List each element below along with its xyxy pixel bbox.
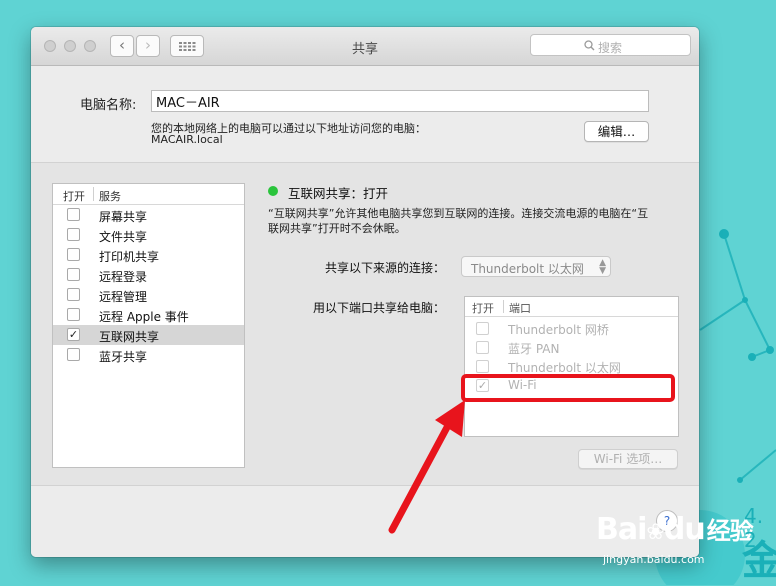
baidu-paw-icon: ❀ [646, 520, 664, 545]
baidu-watermark: Bai❀du经验 [596, 511, 754, 547]
service-label: 打印机共享 [99, 250, 160, 264]
computer-name-label: 电脑名称: [80, 98, 137, 113]
service-row-internet-sharing[interactable]: ✓ 互联网共享 [53, 325, 244, 345]
search-placeholder: 搜索 [598, 41, 623, 55]
port-checkbox[interactable] [476, 341, 489, 354]
service-checkbox[interactable] [67, 268, 80, 281]
port-checkbox[interactable] [476, 360, 489, 373]
computer-name-section: 电脑名称: 您的本地网络上的电脑可以通过以下地址访问您的电脑： MACAIR.l… [31, 66, 699, 163]
title-bar: ‹ › 共享 搜索 [31, 27, 699, 66]
status-indicator-dot [268, 186, 278, 196]
watermark-brand-2: du [663, 512, 706, 547]
port-row-bluetooth-pan[interactable]: 蓝牙 PAN [465, 338, 678, 357]
service-row-printer-sharing[interactable]: 打印机共享 [53, 245, 244, 265]
column-separator [93, 187, 94, 201]
service-row-bluetooth-sharing[interactable]: 蓝牙共享 [53, 345, 244, 365]
updown-arrows-icon: ▲ ▼ [599, 258, 606, 276]
ports-list-header: 打开 端口 [465, 297, 678, 317]
service-label: 文件共享 [99, 230, 148, 244]
service-checkbox[interactable] [67, 228, 80, 241]
service-row-screen-sharing[interactable]: 屏幕共享 [53, 205, 244, 225]
computer-name-input[interactable] [151, 90, 649, 112]
column-separator [503, 300, 504, 313]
service-checkbox[interactable] [67, 348, 80, 361]
search-field[interactable]: 搜索 [530, 34, 691, 56]
service-label: 屏幕共享 [99, 210, 148, 224]
port-label: Thunderbolt 网桥 [508, 323, 609, 337]
share-from-value: Thunderbolt 以太网 [471, 262, 584, 276]
service-checkbox-checked[interactable]: ✓ [67, 328, 80, 341]
service-row-remote-management[interactable]: 远程管理 [53, 285, 244, 305]
service-row-file-sharing[interactable]: 文件共享 [53, 225, 244, 245]
service-label: 远程 Apple 事件 [99, 310, 189, 324]
service-checkbox[interactable] [67, 208, 80, 221]
sharing-main-area: 打开 服务 屏幕共享 文件共享 打印机共享 远程登录 远程管理 远程 Apple… [31, 163, 699, 485]
hostname: MACAIR.local [151, 133, 223, 146]
port-label: 蓝牙 PAN [508, 342, 560, 356]
port-row-thunderbolt-bridge[interactable]: Thunderbolt 网桥 [465, 319, 678, 338]
share-from-popup[interactable]: Thunderbolt 以太网 ▲ ▼ [461, 256, 611, 277]
share-to-label: 用以下端口共享给电脑： [313, 301, 446, 315]
column-header-port: 端口 [509, 302, 531, 315]
share-from-label: 共享以下来源的连接： [325, 261, 446, 275]
service-row-remote-login[interactable]: 远程登录 [53, 265, 244, 285]
search-icon [584, 40, 595, 51]
column-header-service: 服务 [99, 190, 121, 203]
ports-list: 打开 端口 Thunderbolt 网桥 蓝牙 PAN Thunderbolt … [464, 296, 679, 437]
service-checkbox[interactable] [67, 288, 80, 301]
internet-sharing-description: “互联网共享”允许其他电脑共享您到互联网的连接。连接交流电源的电脑在“互联网共享… [268, 207, 649, 235]
service-label: 远程登录 [99, 270, 148, 284]
port-checkbox[interactable] [476, 322, 489, 335]
edit-button[interactable]: 编辑… [584, 121, 649, 142]
services-list-header: 打开 服务 [53, 184, 244, 205]
service-checkbox[interactable] [67, 308, 80, 321]
service-label: 远程管理 [99, 290, 148, 304]
internet-sharing-status: 互联网共享：打开 [288, 186, 389, 201]
checkmark-icon: ✓ [68, 328, 79, 341]
sharing-window: ‹ › 共享 搜索 电脑名称: 您的本地网络上的电脑可以通过以下 [31, 27, 699, 557]
services-list: 打开 服务 屏幕共享 文件共享 打印机共享 远程登录 远程管理 远程 Apple… [52, 183, 245, 468]
column-header-on: 打开 [63, 190, 85, 203]
wifi-options-button[interactable]: Wi-Fi 选项… [578, 449, 678, 469]
service-checkbox[interactable] [67, 248, 80, 261]
watermark-url: jingyan.baidu.com [603, 553, 705, 566]
column-header-on: 打开 [472, 302, 494, 315]
service-label: 蓝牙共享 [99, 350, 148, 364]
service-label: 互联网共享 [99, 330, 160, 344]
watermark-brand: Bai [596, 512, 647, 547]
watermark-corner-char: 金 [742, 538, 776, 584]
service-row-remote-apple-events[interactable]: 远程 Apple 事件 [53, 305, 244, 325]
wifi-highlight-box [461, 374, 675, 402]
